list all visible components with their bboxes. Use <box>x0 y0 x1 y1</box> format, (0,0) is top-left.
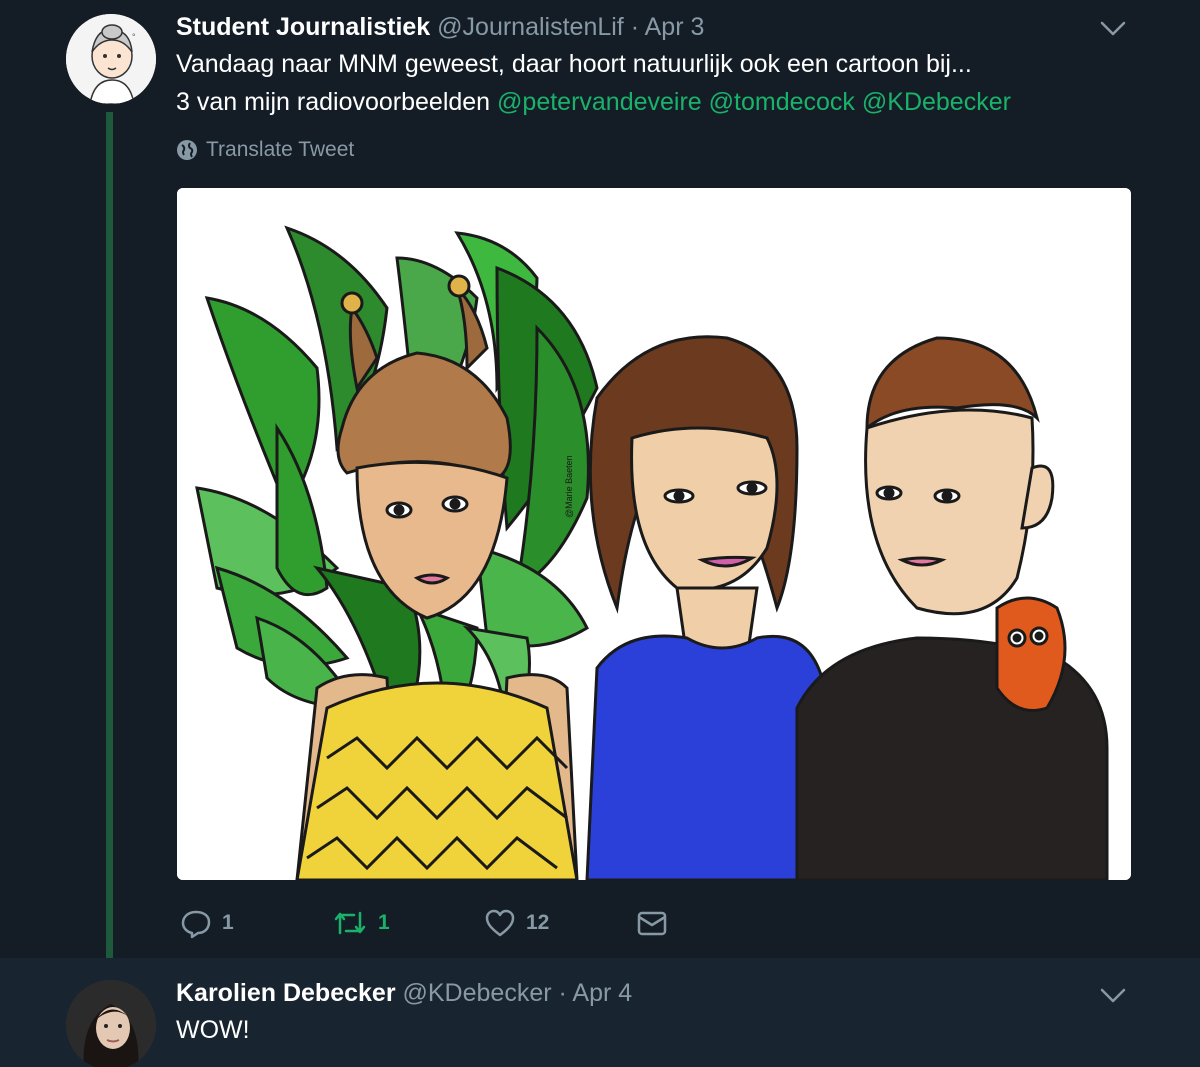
like-icon <box>485 909 515 937</box>
tweet-text: WOW! <box>176 1016 250 1044</box>
tweet-text-prefix: 3 van mijn radiovoorbeelden <box>176 88 491 116</box>
author-handle[interactable]: @KDebecker <box>403 979 552 1007</box>
avatar[interactable]: ° <box>66 14 156 104</box>
tweet-date[interactable]: Apr 3 <box>645 13 705 41</box>
tweet-header: Karolien Debecker @KDebecker · Apr 4 <box>176 978 632 1008</box>
avatar-photo-icon <box>66 980 156 1067</box>
author-name[interactable]: Karolien Debecker <box>176 979 396 1007</box>
chevron-down-icon[interactable] <box>1100 985 1126 1005</box>
tweet-original[interactable]: ° Student Journalistiek @JournalistenLif… <box>0 0 1200 972</box>
tweet-text-line-2: 3 van mijn radiovoorbeelden @petervandev… <box>176 86 1011 118</box>
retweet-icon <box>334 911 366 935</box>
translate-label: Translate Tweet <box>206 138 355 161</box>
direct-message-icon <box>637 911 667 936</box>
thread-connector-line <box>106 112 113 972</box>
mention-link[interactable]: @tomdecock <box>709 88 855 116</box>
mention-link[interactable]: @KDebecker <box>862 88 1011 116</box>
reply-icon <box>181 910 211 939</box>
separator-dot: · <box>558 979 567 1007</box>
globe-icon <box>177 140 197 160</box>
tweet-actions: 1 1 12 <box>0 905 1200 941</box>
mention-link[interactable]: @petervandeveire <box>497 88 702 116</box>
tweet-date[interactable]: Apr 4 <box>572 979 632 1007</box>
chevron-down-icon[interactable] <box>1100 18 1126 38</box>
author-handle[interactable]: @JournalistenLif <box>437 13 624 41</box>
avatar[interactable] <box>66 980 156 1067</box>
avatar-drawing-icon: ° <box>66 14 156 104</box>
reply-button[interactable]: 1 <box>180 907 234 939</box>
author-name[interactable]: Student Journalistiek <box>176 13 430 41</box>
reply-count: 1 <box>222 911 234 934</box>
cartoon-illustration: @Marie Baeten <box>177 188 1131 880</box>
tweet-image[interactable]: @Marie Baeten <box>177 188 1131 880</box>
timeline: ° Student Journalistiek @JournalistenLif… <box>0 0 1200 1067</box>
direct-message-button[interactable] <box>636 907 668 939</box>
retweet-count: 1 <box>378 911 390 934</box>
svg-text:°: ° <box>132 32 136 42</box>
like-count: 12 <box>526 911 550 934</box>
tweet-header: Student Journalistiek @JournalistenLif ·… <box>176 12 704 42</box>
translate-tweet-link[interactable]: Translate Tweet <box>176 138 354 162</box>
separator-dot: · <box>630 13 640 41</box>
media-watermark: @Marie Baeten <box>564 455 574 518</box>
tweet-text-line-1: Vandaag naar MNM geweest, daar hoort nat… <box>176 50 972 78</box>
retweet-button[interactable]: 1 <box>332 907 390 939</box>
like-button[interactable]: 12 <box>484 907 549 939</box>
tweet-reply[interactable]: Karolien Debecker @KDebecker · Apr 4 WOW… <box>0 958 1200 1067</box>
